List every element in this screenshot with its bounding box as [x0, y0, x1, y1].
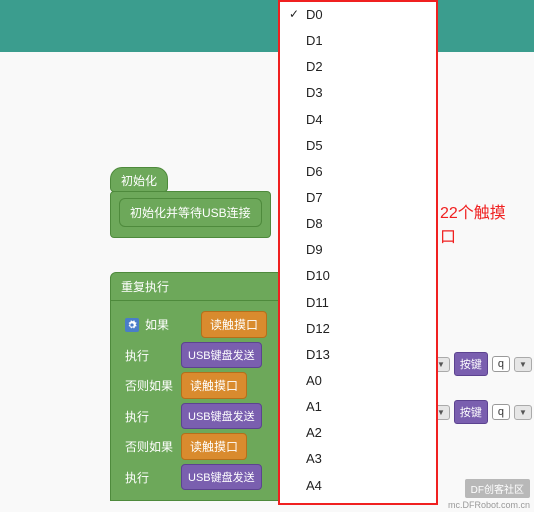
pin-option-d7[interactable]: D7: [280, 185, 436, 211]
pin-option-a3[interactable]: A3: [280, 446, 436, 472]
key-value-chip[interactable]: q: [492, 356, 510, 372]
read-touch-block[interactable]: 读触摸口: [201, 311, 267, 338]
gear-icon[interactable]: [125, 318, 139, 332]
loop-row-label: 执行: [125, 469, 175, 486]
key-row[interactable]: ▼ 按键 q ▼: [430, 400, 532, 424]
init-usb-block[interactable]: 初始化并等待USB连接: [119, 198, 262, 227]
pin-option-d1[interactable]: D1: [280, 28, 436, 54]
loop-row-label: 如果: [145, 316, 195, 333]
pin-option-a0[interactable]: A0: [280, 368, 436, 394]
usb-keyboard-send-block[interactable]: USB键盘发送: [181, 464, 262, 490]
init-hat-title: 初始化: [110, 167, 168, 192]
chevron-down-icon: ▼: [437, 360, 445, 369]
forever-loop-body: 如果读触摸口执行USB键盘发送否则如果读触摸口执行USB键盘发送否则如果读触摸口…: [110, 301, 290, 501]
loop-row[interactable]: 如果读触摸口: [125, 311, 285, 338]
chevron-down-icon: ▼: [437, 408, 445, 417]
right-key-blocks: ▼ 按键 q ▼ ▼ 按键 q ▼: [430, 352, 532, 424]
pin-option-d6[interactable]: D6: [280, 159, 436, 185]
watermark-url: mc.DFRobot.com.cn: [448, 500, 530, 510]
key-dropdown[interactable]: ▼: [514, 357, 532, 372]
loop-row-label: 执行: [125, 408, 175, 425]
loop-row[interactable]: 否则如果读触摸口: [125, 372, 285, 399]
init-hat-block[interactable]: 初始化 初始化并等待USB连接: [110, 167, 271, 238]
key-value-chip[interactable]: q: [492, 404, 510, 420]
pin-option-a1[interactable]: A1: [280, 394, 436, 420]
usb-keyboard-send-block[interactable]: USB键盘发送: [181, 342, 262, 368]
pin-option-d10[interactable]: D10: [280, 263, 436, 289]
loop-row[interactable]: 否则如果读触摸口: [125, 433, 285, 460]
read-touch-block[interactable]: 读触摸口: [181, 433, 247, 460]
loop-row[interactable]: 执行 USB键盘发送: [125, 342, 285, 368]
key-dropdown[interactable]: ▼: [514, 405, 532, 420]
keypress-label: 按键: [454, 352, 488, 376]
chevron-down-icon: ▼: [519, 360, 527, 369]
read-touch-block[interactable]: 读触摸口: [181, 372, 247, 399]
pin-option-d0[interactable]: D0: [280, 2, 436, 28]
pin-option-d4[interactable]: D4: [280, 107, 436, 133]
loop-row[interactable]: 执行 USB键盘发送: [125, 403, 285, 429]
keypress-label: 按键: [454, 400, 488, 424]
annotation-line2: 口: [440, 226, 506, 250]
block-canvas[interactable]: 初始化 初始化并等待USB连接 重复执行 如果读触摸口执行USB键盘发送否则如果…: [0, 52, 534, 512]
loop-row-label: 否则如果: [125, 377, 175, 394]
pin-option-d5[interactable]: D5: [280, 133, 436, 159]
pin-option-d9[interactable]: D9: [280, 237, 436, 263]
forever-loop-title: 重复执行: [110, 272, 290, 301]
pin-option-d12[interactable]: D12: [280, 316, 436, 342]
loop-row-label: 执行: [125, 347, 175, 364]
init-hat-body: 初始化并等待USB连接: [110, 191, 271, 238]
chevron-down-icon: ▼: [519, 408, 527, 417]
pin-option-d8[interactable]: D8: [280, 211, 436, 237]
key-row[interactable]: ▼ 按键 q ▼: [430, 352, 532, 376]
annotation-line1: 22个触摸: [440, 202, 506, 226]
pin-dropdown-menu[interactable]: D0D1D2D3D4D5D6D7D8D9D10D11D12D13A0A1A2A3…: [278, 0, 438, 505]
pin-option-d11[interactable]: D11: [280, 290, 436, 316]
pin-option-a2[interactable]: A2: [280, 420, 436, 446]
loop-row[interactable]: 执行 USB键盘发送: [125, 464, 285, 490]
pin-option-d13[interactable]: D13: [280, 342, 436, 368]
forever-loop-block[interactable]: 重复执行 如果读触摸口执行USB键盘发送否则如果读触摸口执行USB键盘发送否则如…: [110, 272, 290, 501]
pin-option-a5[interactable]: A5: [280, 499, 436, 505]
loop-row-label: 否则如果: [125, 438, 175, 455]
watermark-brand: DF创客社区: [465, 479, 530, 498]
app-topbar: [0, 0, 534, 52]
usb-keyboard-send-block[interactable]: USB键盘发送: [181, 403, 262, 429]
pin-option-d2[interactable]: D2: [280, 54, 436, 80]
annotation-text: 22个触摸 口: [440, 202, 506, 250]
pin-option-d3[interactable]: D3: [280, 80, 436, 106]
pin-option-a4[interactable]: A4: [280, 473, 436, 499]
